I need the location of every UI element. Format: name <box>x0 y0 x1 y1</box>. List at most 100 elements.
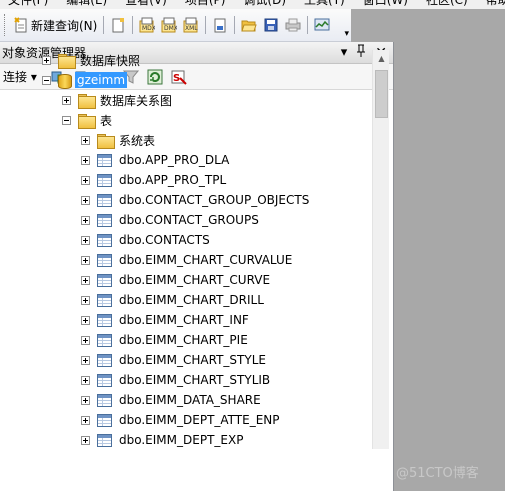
tree-node-label: dbo.EIMM_CHART_DRILL <box>119 293 264 307</box>
menu-project[interactable]: 项目(P) <box>177 0 236 9</box>
tree-node-table[interactable]: dbo.CONTACT_GROUP_OBJECTS <box>81 190 309 210</box>
expand-icon[interactable] <box>81 415 90 425</box>
collapse-icon[interactable] <box>62 115 71 125</box>
table-icon <box>97 193 112 207</box>
tree-node-system-tables[interactable]: 系统表 <box>81 130 155 150</box>
tree-node-db-snapshots[interactable]: 数据库快照 <box>42 50 140 70</box>
expand-icon[interactable] <box>42 55 51 65</box>
print-button[interactable] <box>282 14 304 36</box>
tree-node-label: dbo.EIMM_CHART_CURVE <box>119 273 271 287</box>
menu-help[interactable]: 帮助(H) <box>478 0 505 9</box>
tree-node-label: 表 <box>100 113 113 128</box>
tree-node-label: dbo.EIMM_DATA_SHARE <box>119 393 261 407</box>
table-icon <box>97 293 112 307</box>
tree-node-table[interactable]: dbo.EIMM_CHART_INF <box>81 310 249 330</box>
activity-monitor-button[interactable] <box>311 14 333 36</box>
menu-view[interactable]: 查看(V) <box>117 0 177 9</box>
expand-icon[interactable] <box>81 135 90 145</box>
tree-node-table[interactable]: dbo.EIMM_DATA_SHARE <box>81 390 261 410</box>
table-icon <box>97 353 112 367</box>
tree-node-tables[interactable]: 表 <box>62 110 112 130</box>
toolbar-overflow-icon[interactable]: ▾ <box>344 29 349 39</box>
tree-node-label: 数据库关系图 <box>100 93 173 108</box>
document-area <box>394 42 505 491</box>
expand-icon[interactable] <box>81 275 90 285</box>
new-file-button[interactable] <box>107 14 129 36</box>
save-button[interactable] <box>260 14 282 36</box>
menu-window[interactable]: 窗口(W) <box>355 0 418 9</box>
menu-bar: 文件(F) 编辑(E) 查看(V) 项目(P) 调试(D) 工具(T) 窗口(W… <box>0 0 505 9</box>
mdx-query-button[interactable]: MDX <box>136 14 158 36</box>
vertical-scrollbar[interactable]: ▲ <box>372 50 389 449</box>
expand-icon[interactable] <box>81 335 90 345</box>
folder-icon <box>58 53 76 69</box>
open-file-button[interactable] <box>238 14 260 36</box>
expand-icon[interactable] <box>81 155 90 165</box>
expand-icon[interactable] <box>81 215 90 225</box>
expand-icon[interactable] <box>62 95 71 105</box>
new-query-button[interactable]: 新建查询(N) <box>10 14 100 36</box>
scrollbar-thumb[interactable] <box>375 70 388 118</box>
toolbar-empty-area <box>351 9 505 42</box>
expand-icon[interactable] <box>81 295 90 305</box>
database-icon <box>58 72 72 89</box>
tree-node-label: dbo.APP_PRO_DLA <box>119 153 230 167</box>
tree-node-table[interactable]: dbo.EIMM_CHART_PIE <box>81 330 248 350</box>
tree-node-table[interactable]: dbo.EIMM_DEPT_EXP <box>81 430 243 449</box>
table-icon <box>97 413 112 427</box>
expand-icon[interactable] <box>81 175 90 185</box>
expand-icon[interactable] <box>81 195 90 205</box>
tree-node-label: dbo.EIMM_CHART_INF <box>119 313 249 327</box>
xmla-query-icon: XML <box>183 17 199 33</box>
table-icon <box>97 173 112 187</box>
menu-file[interactable]: 文件(F) <box>0 0 58 9</box>
expand-icon[interactable] <box>81 235 90 245</box>
table-icon <box>97 273 112 287</box>
expand-icon[interactable] <box>81 375 90 385</box>
menu-debug[interactable]: 调试(D) <box>235 0 296 9</box>
menu-tools[interactable]: 工具(T) <box>296 0 355 9</box>
toolbar-grip[interactable] <box>4 14 7 36</box>
tree-node-label: dbo.EIMM_DEPT_ATTE_ENP <box>119 413 280 427</box>
expand-icon[interactable] <box>81 435 90 445</box>
tree-node-table[interactable]: dbo.CONTACT_GROUPS <box>81 210 259 230</box>
expand-icon[interactable] <box>81 395 90 405</box>
menu-edit[interactable]: 编辑(E) <box>58 0 117 9</box>
activity-monitor-icon <box>314 17 330 33</box>
mdx-query-icon: MDX <box>139 17 156 33</box>
tree-node-database[interactable]: gzeimm <box>42 70 128 90</box>
svg-text:XML: XML <box>185 25 198 32</box>
tree-node-label: 数据库快照 <box>80 53 141 68</box>
expand-icon[interactable] <box>81 255 90 265</box>
new-file-icon <box>110 17 126 33</box>
new-query-label: 新建查询(N) <box>31 18 98 33</box>
tree-node-table[interactable]: dbo.EIMM_CHART_STYLE <box>81 350 266 370</box>
tree-node-table[interactable]: dbo.EIMM_CHART_DRILL <box>81 290 264 310</box>
sqlce-query-button[interactable] <box>209 14 231 36</box>
table-icon <box>97 313 112 327</box>
tree-node-table[interactable]: dbo.EIMM_CHART_CURVE <box>81 270 270 290</box>
collapse-icon[interactable] <box>42 75 51 85</box>
expand-icon[interactable] <box>81 355 90 365</box>
table-icon <box>97 333 112 347</box>
dmx-query-button[interactable]: DMX <box>158 14 180 36</box>
tree-node-table[interactable]: dbo.APP_PRO_DLA <box>81 150 229 170</box>
tree-node-table[interactable]: dbo.EIMM_CHART_CURVALUE <box>81 250 292 270</box>
tree-node-label: dbo.APP_PRO_TPL <box>119 173 227 187</box>
tree-node-table[interactable]: dbo.APP_PRO_TPL <box>81 170 226 190</box>
expand-icon[interactable] <box>81 315 90 325</box>
folder-icon <box>78 113 96 129</box>
xmla-query-button[interactable]: XML <box>180 14 202 36</box>
table-icon <box>97 393 112 407</box>
tree-node-label: dbo.EIMM_CHART_PIE <box>119 333 248 347</box>
tree-node-table[interactable]: dbo.EIMM_DEPT_ATTE_ENP <box>81 410 280 430</box>
tree-node-label: dbo.EIMM_CHART_STYLE <box>119 353 266 367</box>
printer-icon <box>285 17 301 33</box>
toolbar-separator <box>234 16 236 34</box>
scroll-up-arrow-icon[interactable]: ▲ <box>373 50 390 67</box>
tree-node-label: dbo.EIMM_CHART_STYLIB <box>119 373 271 387</box>
tree-node-table[interactable]: dbo.EIMM_CHART_STYLIB <box>81 370 270 390</box>
tree-node-diagrams[interactable]: 数据库关系图 <box>62 90 172 110</box>
menu-community[interactable]: 社区(C) <box>418 0 478 9</box>
tree-node-table[interactable]: dbo.CONTACTS <box>81 230 210 250</box>
